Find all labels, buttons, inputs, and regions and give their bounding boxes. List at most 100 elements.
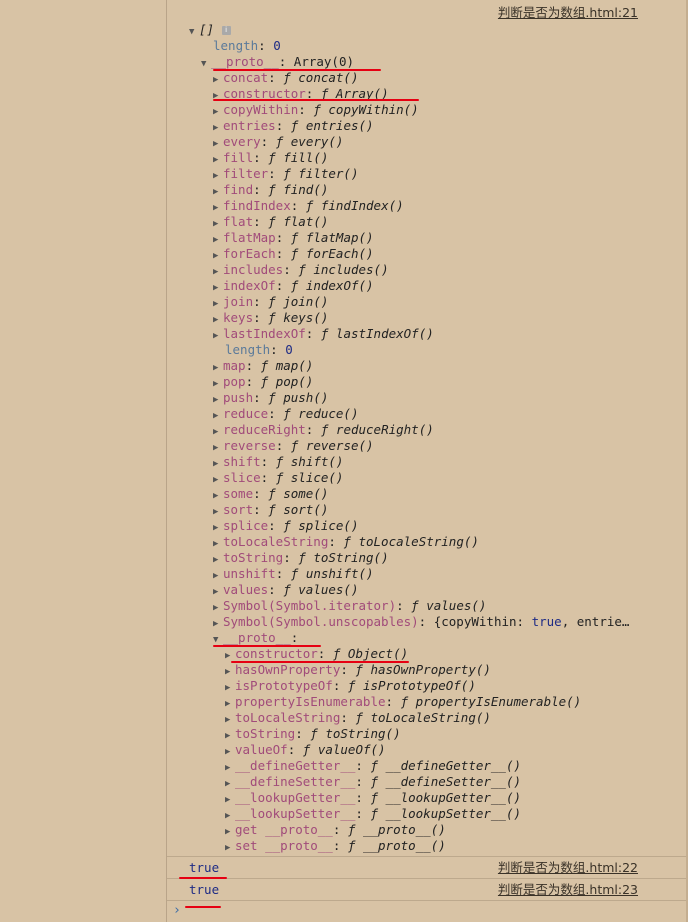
- function-name: propertyIsEnumerable(): [415, 694, 582, 709]
- colon-separator: :: [275, 438, 291, 453]
- source-link[interactable]: 判断是否为数组.html:22: [498, 860, 638, 876]
- property-row[interactable]: ▶ filter: ƒ filter(): [213, 166, 686, 182]
- property-row[interactable]: ▶ __defineGetter__: ƒ __defineGetter__(): [225, 758, 686, 774]
- function-symbol-icon: ƒ: [370, 758, 379, 773]
- property-row[interactable]: ▶ find: ƒ find(): [213, 182, 686, 198]
- property-row[interactable]: ▶ toLocaleString: ƒ toLocaleString(): [225, 710, 686, 726]
- property-row[interactable]: ▶ toLocaleString: ƒ toLocaleString(): [213, 534, 686, 550]
- property-key: __lookupSetter__: [235, 806, 356, 821]
- colon-separator: :: [340, 710, 356, 725]
- console-prompt[interactable]: ›: [173, 902, 686, 918]
- property-row[interactable]: ▶ hasOwnProperty: ƒ hasOwnProperty(): [225, 662, 686, 678]
- property-row[interactable]: ▶ reduce: ƒ reduce(): [213, 406, 686, 422]
- property-row[interactable]: ▶ reverse: ƒ reverse(): [213, 438, 686, 454]
- property-row[interactable]: ▶ constructor: ƒ Object(): [225, 646, 686, 662]
- annotation-underline: [213, 645, 321, 647]
- property-row[interactable]: ▶ concat: ƒ concat(): [213, 70, 686, 86]
- function-symbol-icon: ƒ: [313, 102, 321, 117]
- colon-separator: :: [253, 150, 269, 165]
- function-name: __defineSetter__(): [385, 774, 522, 789]
- property-row[interactable]: ▶ forEach: ƒ forEach(): [213, 246, 686, 262]
- colon-separator: :: [305, 422, 321, 437]
- property-row[interactable]: ▶ lastIndexOf: ƒ lastIndexOf(): [213, 326, 686, 342]
- property-row[interactable]: ▶ valueOf: ƒ valueOf(): [225, 742, 686, 758]
- property-row[interactable]: ▶ get __proto__: ƒ __proto__(): [225, 822, 686, 838]
- property-row[interactable]: ▶ map: ƒ map(): [213, 358, 686, 374]
- property-row[interactable]: ▶ some: ƒ some(): [213, 486, 686, 502]
- colon-separator: :: [268, 406, 284, 421]
- property-row[interactable]: ▶ Symbol(Symbol.iterator): ƒ values(): [213, 598, 686, 614]
- expanded-triangle-icon[interactable]: ▼: [189, 24, 199, 40]
- property-row[interactable]: ▶ set __proto__: ƒ __proto__(): [225, 838, 686, 854]
- property-row[interactable]: ▶ copyWithin: ƒ copyWithin(): [213, 102, 686, 118]
- property-key: copyWithin: [223, 102, 299, 117]
- property-row[interactable]: ▶ toString: ƒ toString(): [225, 726, 686, 742]
- property-row[interactable]: ▶ isPrototypeOf: ƒ isPrototypeOf(): [225, 678, 686, 694]
- function-name: indexOf(): [305, 278, 374, 293]
- array-root-row[interactable]: ▼[] i: [189, 22, 686, 38]
- collapsed-triangle-icon[interactable]: ▶: [213, 328, 223, 344]
- function-name: reduceRight(): [335, 422, 434, 437]
- function-name: flat(): [283, 214, 329, 229]
- collapsed-triangle-icon[interactable]: ▶: [225, 840, 235, 856]
- property-row[interactable]: ▶ flat: ƒ flat(): [213, 214, 686, 230]
- colon-separator: :: [317, 646, 333, 661]
- expanded-triangle-icon[interactable]: ▼: [201, 56, 211, 72]
- property-row[interactable]: ▶ values: ƒ values(): [213, 582, 686, 598]
- property-key: shift: [223, 454, 261, 469]
- property-row[interactable]: ▶ includes: ƒ includes(): [213, 262, 686, 278]
- function-name: push(): [283, 390, 329, 405]
- property-row[interactable]: ▶ push: ƒ push(): [213, 390, 686, 406]
- property-row[interactable]: ▶ join: ƒ join(): [213, 294, 686, 310]
- property-row[interactable]: ▶ __lookupSetter__: ƒ __lookupSetter__(): [225, 806, 686, 822]
- property-row: length: 0: [213, 38, 281, 53]
- property-key: reverse: [223, 438, 276, 453]
- divider: [167, 856, 686, 857]
- function-name: fill(): [283, 150, 329, 165]
- function-symbol-icon: ƒ: [298, 550, 306, 565]
- colon-separator: :: [332, 822, 348, 837]
- property-row[interactable]: ▶ shift: ƒ shift(): [213, 454, 686, 470]
- proto-row[interactable]: ▼ __proto__: Array(0): [201, 54, 686, 70]
- function-name: values(): [426, 598, 487, 613]
- property-row[interactable]: ▶ indexOf: ƒ indexOf(): [213, 278, 686, 294]
- property-row[interactable]: ▶ flatMap: ƒ flatMap(): [213, 230, 686, 246]
- property-row[interactable]: ▶ __defineSetter__: ƒ __defineSetter__(): [225, 774, 686, 790]
- property-row: length: 0: [225, 342, 293, 357]
- property-row[interactable]: ▶ fill: ƒ fill(): [213, 150, 686, 166]
- property-row[interactable]: ▶ unshift: ƒ unshift(): [213, 566, 686, 582]
- property-row[interactable]: ▶ __lookupGetter__: ƒ __lookupGetter__(): [225, 790, 686, 806]
- property-row[interactable]: ▶ propertyIsEnumerable: ƒ propertyIsEnume…: [225, 694, 686, 710]
- function-name: Object(): [347, 646, 409, 661]
- property-row[interactable]: ▶ entries: ƒ entries(): [213, 118, 686, 134]
- property-key: propertyIsEnumerable: [235, 694, 386, 709]
- colon-separator: :: [253, 390, 269, 405]
- property-row[interactable]: ▶ Symbol(Symbol.unscopables): {copyWithin…: [213, 614, 686, 630]
- inner-proto-row[interactable]: ▼ __proto__:: [213, 630, 686, 646]
- source-link[interactable]: 判断是否为数组.html:21: [498, 5, 638, 21]
- property-row[interactable]: ▶ reduceRight: ƒ reduceRight(): [213, 422, 686, 438]
- annotation-underline: [213, 99, 419, 101]
- function-symbol-icon: ƒ: [298, 262, 306, 277]
- property-row[interactable]: ▶ splice: ƒ splice(): [213, 518, 686, 534]
- property-row[interactable]: ▶ every: ƒ every(): [213, 134, 686, 150]
- source-link[interactable]: 判断是否为数组.html:23: [498, 882, 638, 898]
- property-row[interactable]: ▶ toString: ƒ toString(): [213, 550, 686, 566]
- function-name: toLocaleString(): [370, 710, 491, 725]
- property-row[interactable]: ▶ keys: ƒ keys(): [213, 310, 686, 326]
- colon-separator: :: [275, 566, 291, 581]
- function-name: pop(): [275, 374, 314, 389]
- property-row[interactable]: ▶ findIndex: ƒ findIndex(): [213, 198, 686, 214]
- property-key: isPrototypeOf: [235, 678, 333, 693]
- property-row[interactable]: ▶ sort: ƒ sort(): [213, 502, 686, 518]
- property-key: hasOwnProperty: [235, 662, 341, 677]
- property-row[interactable]: ▶ pop: ƒ pop(): [213, 374, 686, 390]
- property-row[interactable]: ▶ slice: ƒ slice(): [213, 470, 686, 486]
- colon-separator: :: [287, 742, 303, 757]
- function-name: __proto__(): [362, 838, 446, 853]
